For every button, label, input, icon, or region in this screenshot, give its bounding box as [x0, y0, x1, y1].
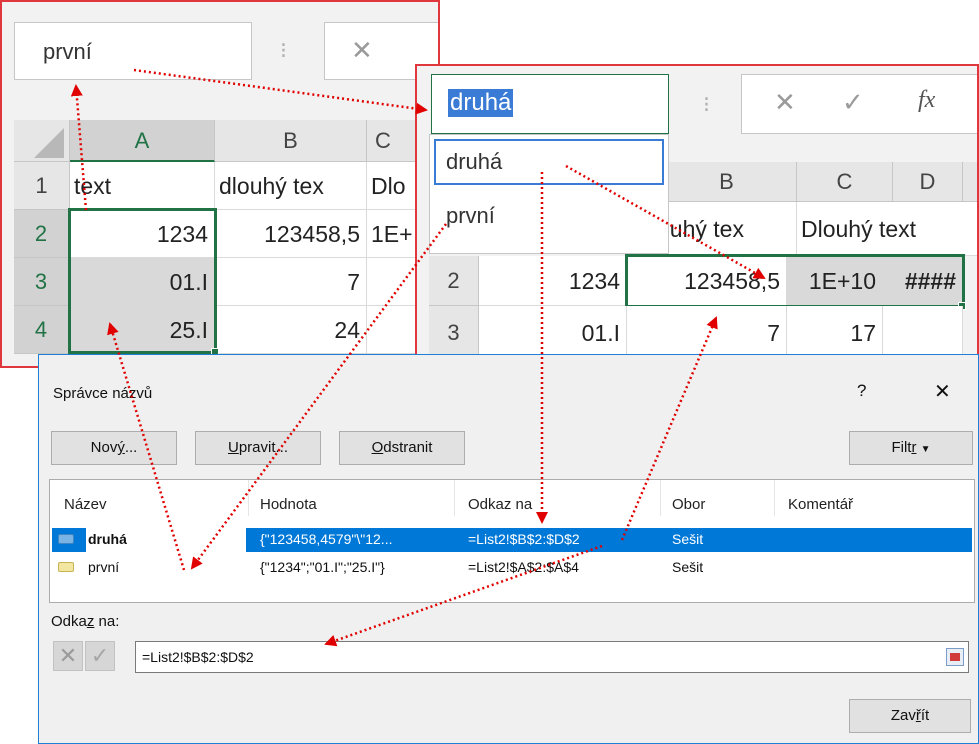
column-header-name[interactable]: Název [64, 496, 107, 513]
cell-a1[interactable]: text [70, 162, 215, 210]
cancel-icon[interactable]: ✕ [774, 87, 796, 118]
cell-b1[interactable]: ouhý tex [657, 202, 797, 256]
row-name: první [88, 559, 120, 575]
refers-to-value: =List2!$B$2:$D$2 [142, 649, 254, 665]
refers-to-label-text: Odka [51, 613, 87, 630]
filter-button[interactable]: Filtr ▼ [849, 431, 973, 465]
name-box-value: první [43, 39, 92, 64]
selection-range-b2-d2 [625, 254, 965, 308]
column-header-d[interactable]: D [893, 162, 963, 202]
name-tag-icon [58, 562, 74, 572]
close-button-label: Zav [890, 707, 916, 724]
cancel-ref-icon[interactable]: ✕ [53, 641, 83, 671]
cell-a2[interactable]: 1234 [479, 256, 627, 306]
row-header-1[interactable]: 1 [14, 162, 70, 210]
row-header-2[interactable]: 2 [14, 210, 70, 258]
dropdown-item-prvni[interactable]: první [434, 193, 664, 239]
table-row[interactable]: druhá {"123458,4579"\"12... =List2!$B$2:… [52, 528, 972, 552]
column-header-a[interactable]: A [70, 120, 215, 162]
filter-button-label: Filt [891, 439, 912, 456]
new-button-label: Nov [90, 439, 118, 456]
refers-to-label-suffix: na: [94, 613, 120, 630]
dialog-title: Správce názvů [53, 385, 153, 402]
row-scope: Sešit [672, 531, 704, 547]
refers-to-field[interactable]: =List2!$B$2:$D$2 [135, 641, 969, 673]
help-button[interactable]: ? [857, 381, 866, 401]
row-header-3[interactable]: 3 [14, 258, 70, 306]
names-list[interactable]: Název Hodnota Odkaz na Obor Komentář dru… [49, 479, 975, 603]
name-box-value: druhá [448, 89, 514, 117]
row-refers-to: =List2!$A$2:$A$4 [468, 559, 579, 575]
dropdown-item-druha[interactable]: druhá [434, 139, 664, 185]
row-name: druhá [88, 531, 127, 547]
delete-button[interactable]: Odstranit [339, 431, 465, 465]
edit-button-accesskey: U [227, 439, 239, 456]
selection-range-a2-a4 [68, 208, 217, 354]
name-tag-icon [58, 534, 74, 544]
cell-b4[interactable]: 24 [215, 306, 367, 354]
confirm-ref-icon[interactable]: ✓ [85, 641, 115, 671]
enter-check-icon[interactable]: ✓ [842, 87, 864, 118]
column-header-comment[interactable]: Komentář [788, 496, 853, 513]
column-header-b[interactable]: B [215, 120, 367, 162]
close-button[interactable]: Zavřít [849, 699, 971, 733]
name-box-dropdown: druhá první [429, 134, 669, 254]
new-button[interactable]: Nový... [51, 431, 177, 465]
cell-b1[interactable]: dlouhý tex [215, 162, 367, 210]
refers-to-label: Odkaz na: [51, 613, 119, 630]
dropdown-arrow-icon: ▼ [920, 444, 931, 455]
column-header-refers-to[interactable]: Odkaz na [468, 496, 532, 513]
new-button-accesskey: ý [117, 439, 125, 456]
filter-button-accesskey: r [911, 439, 917, 456]
table-row[interactable]: první {"1234";"01.I";"25.I"} =List2!$A$2… [52, 556, 972, 580]
column-separator [660, 480, 661, 516]
select-all-corner[interactable] [14, 120, 70, 162]
excel-window-2: druhá ⁝ ✕ ✓ fx B C D ouhý tex Dlouhý tex… [415, 64, 979, 364]
insert-function-icon[interactable]: fx [918, 87, 935, 114]
cell-c1[interactable]: Dlouhý text [797, 202, 977, 256]
cell-b2[interactable]: 123458,5 [215, 210, 367, 258]
close-button-suffix: ít [920, 707, 930, 724]
delete-button-label: dstranit [383, 439, 433, 456]
column-separator [774, 480, 775, 516]
row-scope: Sešit [672, 559, 704, 575]
corner-triangle-icon [34, 128, 64, 158]
column-header-b[interactable]: B [657, 162, 797, 202]
close-icon[interactable]: ✕ [934, 379, 951, 404]
collapse-dialog-icon[interactable] [946, 648, 964, 666]
new-button-ellipsis: ... [124, 439, 138, 456]
cancel-icon[interactable]: ✕ [351, 35, 373, 66]
formula-bar-grip[interactable]: ⁝ [280, 38, 287, 64]
excel-window-1: první ⁝ ✕ A B C 1 2 3 4 text dlouhý tex … [0, 0, 440, 368]
name-box[interactable]: druhá [431, 74, 669, 134]
row-value: {"1234";"01.I";"25.I"} [260, 559, 385, 575]
formula-bar-grip[interactable]: ⁝ [703, 92, 710, 118]
delete-button-accesskey: O [371, 439, 384, 456]
row-value: {"123458,4579"\"12... [260, 531, 393, 547]
name-box[interactable]: první [14, 22, 252, 80]
column-header-c[interactable]: C [797, 162, 893, 202]
edit-button[interactable]: Upravit... [195, 431, 321, 465]
row-refers-to: =List2!$B$2:$D$2 [468, 531, 580, 547]
row-header-2[interactable]: 2 [429, 256, 479, 306]
name-manager-dialog: Správce názvů ? ✕ Nový... Upravit... Ods… [38, 354, 979, 744]
column-header-value[interactable]: Hodnota [260, 496, 317, 513]
formula-bar-buttons: ✕ ✓ fx [741, 74, 977, 134]
edit-button-label: pravit... [238, 439, 289, 456]
column-header-e[interactable] [963, 162, 977, 202]
row-header-4[interactable]: 4 [14, 306, 70, 354]
column-header-scope[interactable]: Obor [672, 496, 705, 513]
column-separator [454, 480, 455, 516]
column-separator [248, 480, 249, 516]
cell-b3[interactable]: 7 [215, 258, 367, 306]
